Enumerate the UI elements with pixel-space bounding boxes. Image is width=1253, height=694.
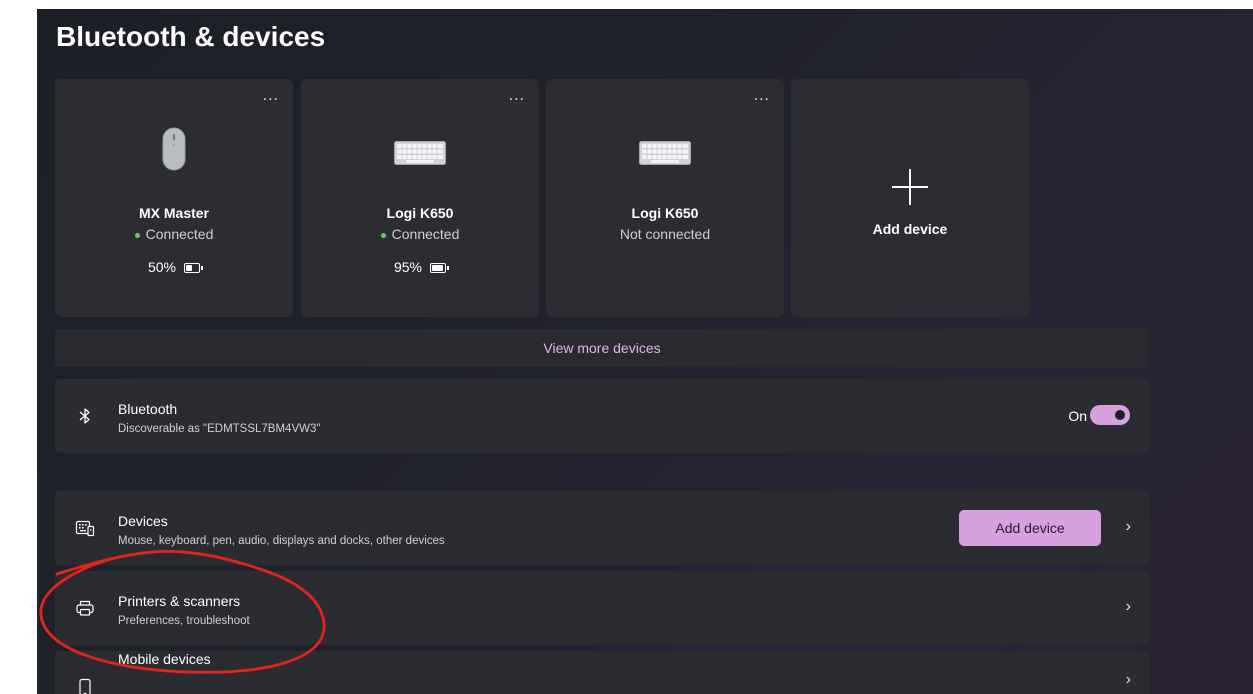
- mouse-icon: [162, 127, 186, 171]
- battery-icon: [430, 263, 450, 274]
- toggle-knob: [1115, 410, 1125, 420]
- row-subtitle: Mouse, keyboard, pen, audio, displays an…: [118, 535, 445, 547]
- device-name: MX Master: [138, 205, 210, 221]
- device-card-logi-k650-disconnected[interactable]: ... Logi K650 Not connected: [546, 79, 784, 317]
- row-title: Printers & scanners: [118, 593, 241, 609]
- plus-icon: [892, 169, 928, 205]
- connected-dot-icon: [134, 232, 140, 238]
- bluetooth-icon: [79, 408, 90, 424]
- more-options-icon[interactable]: ...: [754, 87, 770, 105]
- view-more-devices-link[interactable]: View more devices: [55, 329, 1149, 367]
- bluetooth-toggle[interactable]: [1090, 405, 1130, 425]
- device-name: Logi K650: [386, 205, 454, 221]
- phone-icon: [79, 678, 91, 694]
- row-title: Devices: [118, 513, 168, 529]
- more-options-icon[interactable]: ...: [263, 87, 279, 105]
- keyboard-icon: [639, 141, 691, 165]
- toggle-state-label: On: [1068, 408, 1087, 424]
- device-status: Not connected: [619, 226, 711, 242]
- keyboard-icon: [75, 520, 95, 537]
- battery-icon: [184, 263, 204, 274]
- row-title: Mobile devices: [118, 651, 211, 667]
- device-card-mx-master[interactable]: ... MX Master Connected 50%: [55, 79, 293, 317]
- device-status: Connected: [301, 226, 539, 242]
- device-status: Connected: [55, 226, 293, 242]
- add-device-button[interactable]: Add device: [959, 510, 1101, 546]
- device-name: Logi K650: [631, 205, 699, 221]
- devices-row[interactable]: Devices Mouse, keyboard, pen, audio, dis…: [55, 491, 1149, 565]
- printers-scanners-row[interactable]: Printers & scanners Preferences, trouble…: [55, 571, 1149, 645]
- page-title: Bluetooth & devices: [56, 21, 326, 52]
- mobile-devices-row[interactable]: Mobile devices ›: [55, 651, 1149, 694]
- row-subtitle: Preferences, troubleshoot: [118, 615, 250, 627]
- printer-icon: [76, 600, 94, 616]
- add-device-label: Add device: [872, 221, 948, 237]
- chevron-right-icon: ›: [1125, 598, 1131, 615]
- add-device-card[interactable]: Add device: [791, 79, 1029, 317]
- row-title: Bluetooth: [118, 401, 178, 417]
- row-subtitle: Discoverable as "EDMTSSL7BM4VW3": [118, 423, 321, 435]
- battery-level: 95%: [301, 259, 539, 275]
- settings-window: Bluetooth & devices ... MX Master Connec…: [37, 9, 1253, 694]
- bluetooth-row[interactable]: Bluetooth Discoverable as "EDMTSSL7BM4VW…: [55, 379, 1149, 453]
- keyboard-icon: [394, 141, 446, 165]
- more-options-icon[interactable]: ...: [509, 87, 525, 105]
- chevron-right-icon: ›: [1125, 518, 1131, 535]
- device-card-logi-k650-connected[interactable]: ... Logi K650 Connected 95%: [301, 79, 539, 317]
- chevron-right-icon: ›: [1125, 671, 1131, 688]
- battery-level: 50%: [55, 259, 293, 275]
- connected-dot-icon: [380, 232, 386, 238]
